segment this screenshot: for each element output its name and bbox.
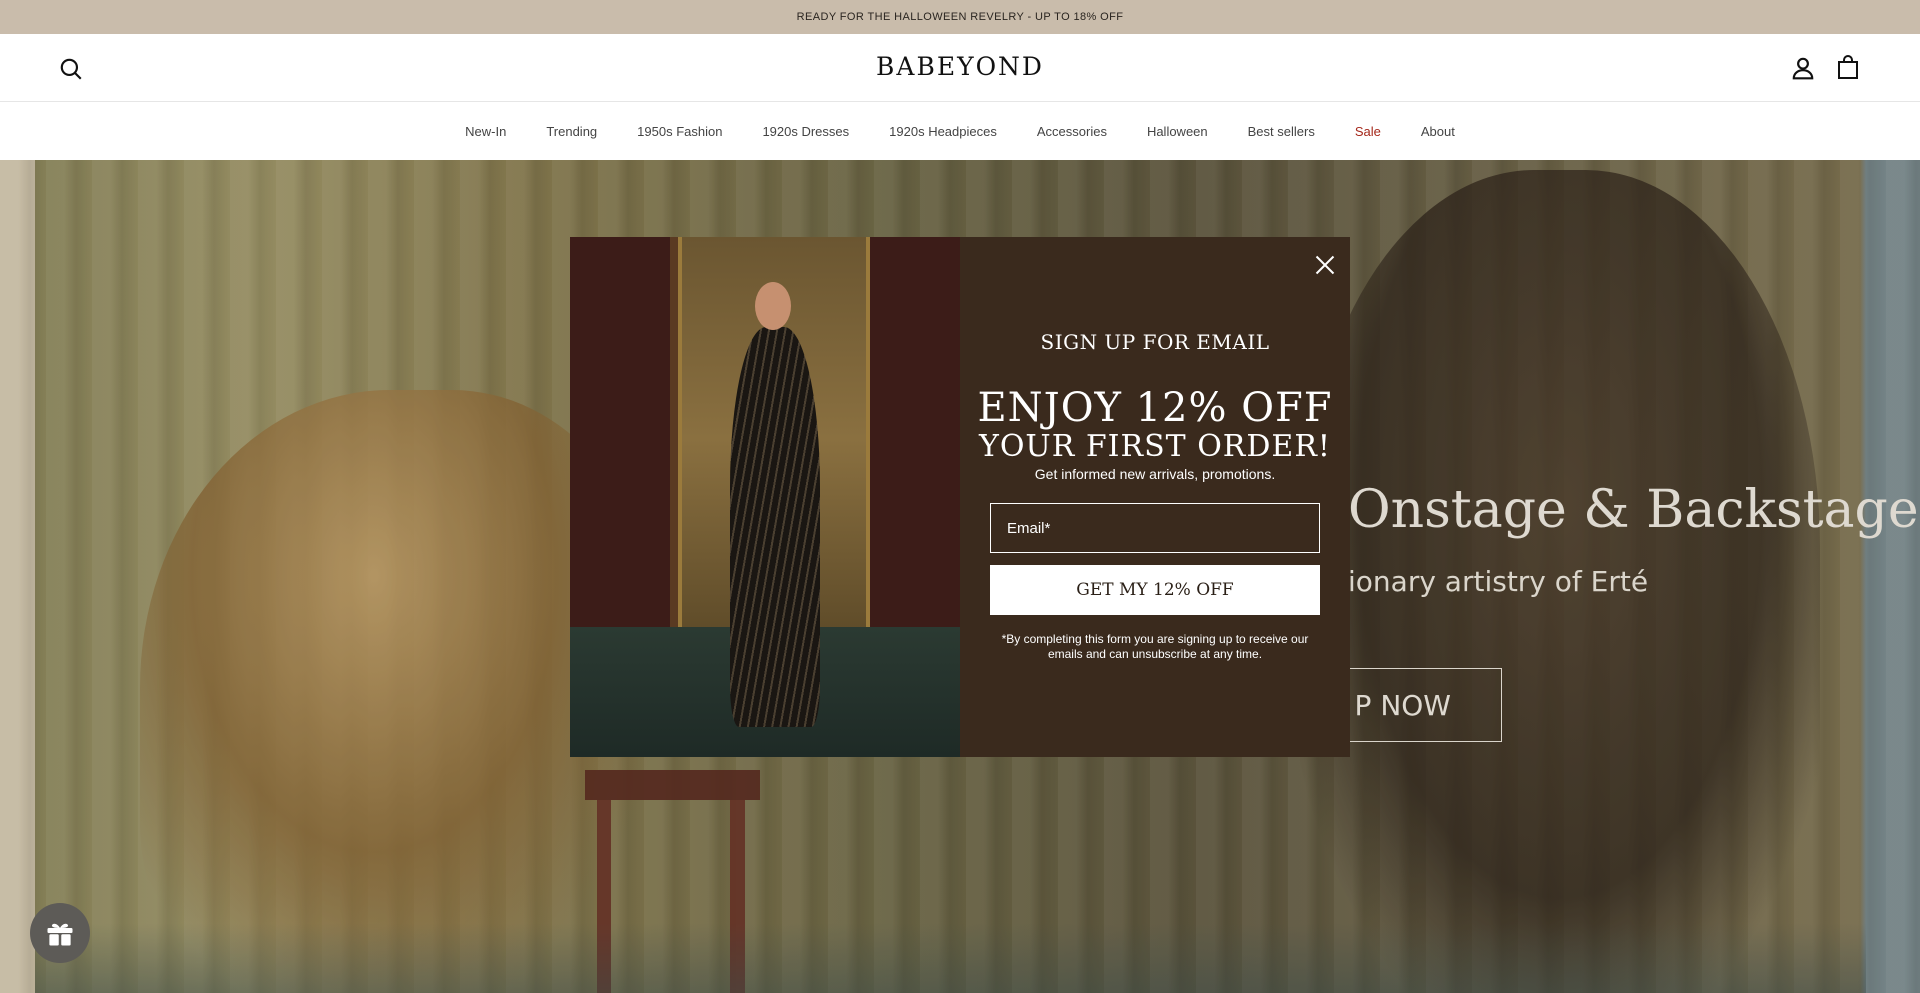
get-discount-button[interactable]: GET MY 12% OFF — [990, 565, 1320, 615]
announcement-text: READY FOR THE HALLOWEEN REVELRY - UP TO … — [796, 11, 1124, 23]
photo-model-head — [755, 282, 791, 330]
nav-item-1920s-dresses[interactable]: 1920s Dresses — [742, 124, 869, 139]
nav-item-about[interactable]: About — [1401, 124, 1475, 139]
signup-legal-text: *By completing this form you are signing… — [1001, 632, 1309, 661]
nav-item-best-sellers[interactable]: Best sellers — [1228, 124, 1335, 139]
nav-item-trending[interactable]: Trending — [526, 124, 617, 139]
email-input[interactable] — [990, 503, 1320, 553]
signup-info-text: Get informed new arrivals, promotions. — [1034, 466, 1276, 482]
site-logo[interactable]: BABEYOND — [0, 52, 1920, 81]
nav-item-halloween[interactable]: Halloween — [1127, 124, 1228, 139]
main-nav: New-In Trending 1950s Fashion 1920s Dres… — [0, 103, 1920, 160]
signup-headline-line2: YOUR FIRST ORDER! — [979, 429, 1331, 464]
gift-glyph-icon — [47, 923, 73, 946]
close-icon[interactable] — [1311, 251, 1339, 279]
modal-model-photo — [570, 237, 960, 757]
signup-headline-line1: ENJOY 12% OFF — [977, 385, 1333, 431]
shopping-bag-icon[interactable] — [1836, 54, 1860, 80]
signup-eyebrow: SIGN UP FOR EMAIL — [1040, 330, 1270, 354]
account-icon[interactable] — [1790, 55, 1816, 81]
nav-item-accessories[interactable]: Accessories — [1017, 124, 1127, 139]
nav-item-1920s-headpieces[interactable]: 1920s Headpieces — [869, 124, 1017, 139]
site-header: BABEYOND — [0, 34, 1920, 102]
nav-item-1950s-fashion[interactable]: 1950s Fashion — [617, 124, 742, 139]
gift-icon[interactable] — [30, 903, 90, 963]
nav-item-sale[interactable]: Sale — [1335, 124, 1401, 139]
nav-item-new-in[interactable]: New-In — [445, 124, 526, 139]
email-signup-modal: SIGN UP FOR EMAIL ENJOY 12% OFF YOUR FIR… — [570, 237, 1350, 757]
announcement-bar: READY FOR THE HALLOWEEN REVELRY - UP TO … — [0, 0, 1920, 34]
photo-model-dress — [730, 327, 820, 727]
signup-form: SIGN UP FOR EMAIL ENJOY 12% OFF YOUR FIR… — [960, 237, 1350, 757]
